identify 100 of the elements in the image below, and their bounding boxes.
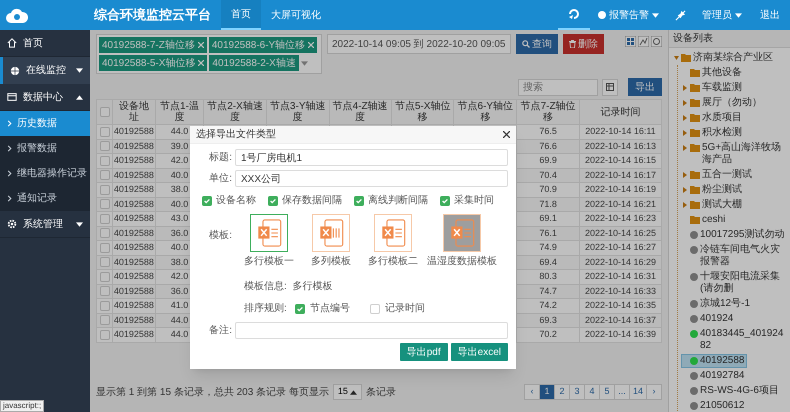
table-cell: 40192588 bbox=[112, 270, 156, 284]
page-button[interactable]: ... bbox=[614, 384, 630, 400]
template-option[interactable] bbox=[250, 214, 288, 252]
tree-item[interactable]: 40192784 bbox=[681, 368, 746, 382]
checkbox[interactable] bbox=[294, 304, 305, 314]
tree-item[interactable]: ceshi bbox=[681, 212, 728, 226]
tree-item[interactable]: 车载监测 bbox=[681, 80, 744, 94]
user-menu[interactable]: 管理员 bbox=[694, 8, 750, 22]
tree-item[interactable]: 测试大棚 bbox=[681, 198, 744, 212]
table-cell: 74.9 bbox=[516, 240, 580, 255]
pagination-suffix: 条记录 bbox=[366, 386, 396, 400]
columns-button[interactable] bbox=[602, 78, 618, 96]
row-checkbox[interactable] bbox=[100, 199, 110, 210]
template-option[interactable] bbox=[443, 214, 481, 252]
tag-chip: 40192588-2-X轴速 bbox=[209, 55, 299, 71]
tree-item[interactable]: 5G+高山海洋牧场海产品 bbox=[681, 140, 788, 166]
row-checkbox[interactable] bbox=[100, 315, 110, 326]
submenu-item[interactable]: 继电器操作记录 bbox=[0, 161, 90, 186]
settings-icon bbox=[7, 219, 17, 229]
row-checkbox[interactable] bbox=[100, 257, 110, 268]
row-checkbox[interactable] bbox=[100, 228, 110, 238]
delete-button[interactable]: 删除 bbox=[563, 34, 604, 54]
page-button[interactable]: 4 bbox=[584, 384, 600, 400]
checkbox[interactable] bbox=[440, 196, 450, 206]
input-field[interactable]: XXX公司 bbox=[235, 170, 508, 187]
row-checkbox[interactable] bbox=[100, 184, 110, 195]
export-option-button[interactable]: 导出pdf bbox=[400, 343, 448, 361]
tree-item[interactable]: 10017295测试勿动 bbox=[681, 228, 786, 242]
tree-item[interactable]: 五合一测试 bbox=[681, 168, 754, 182]
table-cell: 70.9 bbox=[516, 182, 580, 197]
status-tooltip: javascript:; bbox=[0, 400, 44, 412]
query-button[interactable]: 查询 bbox=[516, 34, 558, 54]
sidebar-item[interactable]: 在线监控 bbox=[0, 57, 90, 84]
page-button[interactable]: ‹ bbox=[524, 384, 540, 400]
template-info: 模板信息: 多行模板 bbox=[244, 281, 332, 292]
row-checkbox[interactable] bbox=[100, 126, 110, 137]
page-button[interactable]: 2 bbox=[554, 384, 570, 400]
tree-item[interactable]: 粉尘测试 bbox=[681, 182, 744, 196]
tree-item[interactable]: 40183445_40192482 bbox=[681, 326, 788, 352]
collapsed-arrow-icon bbox=[683, 130, 688, 136]
export-button[interactable]: 导出 bbox=[628, 78, 662, 96]
export-option-button[interactable]: 导出excel bbox=[450, 343, 508, 361]
page-button[interactable]: 5 bbox=[598, 384, 615, 400]
collapsed-arrow-icon bbox=[683, 84, 688, 90]
row-checkbox[interactable] bbox=[100, 286, 110, 296]
checkbox[interactable] bbox=[354, 196, 364, 206]
search-field[interactable]: 搜索 bbox=[518, 78, 598, 96]
page-button[interactable]: 3 bbox=[568, 384, 585, 400]
app-title: 综合环境监控云平台 bbox=[92, 6, 211, 24]
refresh-icon bbox=[568, 8, 580, 20]
table-cell: 76.5 bbox=[516, 124, 580, 139]
tree-item[interactable]: 展厅（勿动） bbox=[681, 96, 764, 110]
tree-item[interactable]: 水质项目 bbox=[681, 110, 744, 124]
row-checkbox[interactable] bbox=[100, 272, 110, 282]
row-checkbox[interactable] bbox=[100, 156, 110, 166]
tree-item[interactable]: 40192588 bbox=[681, 354, 746, 368]
checkbox[interactable] bbox=[202, 196, 212, 206]
tree-item[interactable]: 21050612 bbox=[681, 398, 746, 412]
remark-field[interactable] bbox=[235, 322, 508, 339]
page-button[interactable]: › bbox=[646, 384, 662, 400]
nav-tab[interactable]: 大屏可视化 bbox=[261, 0, 331, 30]
template-label: 多列模板 bbox=[311, 254, 351, 269]
select-all-checkbox[interactable] bbox=[100, 107, 110, 117]
row-checkbox[interactable] bbox=[100, 330, 110, 340]
checkbox-label: 保存数据间隔 bbox=[282, 194, 342, 208]
logout-link[interactable]: 退出 bbox=[750, 8, 790, 22]
checkbox-label: 记录时间 bbox=[384, 302, 425, 316]
collapsed-arrow-icon bbox=[683, 202, 688, 208]
checkbox[interactable] bbox=[370, 304, 380, 314]
table-cell: 2022-10-14 16:11 bbox=[580, 124, 662, 139]
alarm-menu[interactable]: 报警告警 bbox=[590, 8, 667, 22]
page-size-select[interactable]: 15 bbox=[332, 384, 362, 400]
nav-tab[interactable]: 首页 bbox=[221, 0, 261, 30]
checkbox-label: 离线判断间隔 bbox=[368, 194, 428, 208]
tree-item[interactable]: 济南某综合产业区 bbox=[672, 50, 775, 64]
row-checkbox[interactable] bbox=[100, 170, 110, 180]
row-checkbox[interactable] bbox=[100, 242, 110, 253]
tree-item[interactable]: 十堰安阳电流采集(请勿删 bbox=[681, 270, 788, 296]
tree-item[interactable]: 401924 bbox=[681, 312, 736, 326]
submenu-item[interactable]: 通知记录 bbox=[0, 186, 90, 211]
tree-item[interactable]: RS-WS-4G-6项目 bbox=[681, 384, 781, 398]
close-icon bbox=[308, 42, 314, 48]
row-checkbox[interactable] bbox=[100, 300, 110, 311]
tree-item[interactable]: 冷链车间电气火灾报警器 bbox=[681, 242, 788, 268]
tree-item[interactable]: 凉城12号-1 bbox=[681, 296, 752, 310]
submenu-item[interactable]: 报警数据 bbox=[0, 136, 90, 161]
checkbox[interactable] bbox=[268, 196, 278, 206]
template-option[interactable] bbox=[374, 214, 412, 252]
table-cell: 40192588 bbox=[112, 182, 156, 197]
input-field[interactable]: 1号厂房电机1 bbox=[235, 149, 508, 166]
tree-item[interactable]: 其他设备 bbox=[681, 66, 744, 80]
template-option[interactable] bbox=[312, 214, 350, 252]
tree-item[interactable]: 积水检测 bbox=[681, 126, 744, 140]
page-button[interactable]: 1 bbox=[538, 384, 555, 400]
submenu-item[interactable]: 历史数据 bbox=[0, 111, 90, 136]
row-checkbox[interactable] bbox=[100, 141, 110, 152]
date-range-field[interactable]: 2022-10-14 09:05 到 2022-10-20 09:05 bbox=[327, 34, 511, 54]
table-cell: 2022-10-14 16:27 bbox=[580, 240, 662, 255]
checkbox-label: 采集时间 bbox=[454, 194, 494, 208]
row-checkbox[interactable] bbox=[100, 214, 110, 224]
